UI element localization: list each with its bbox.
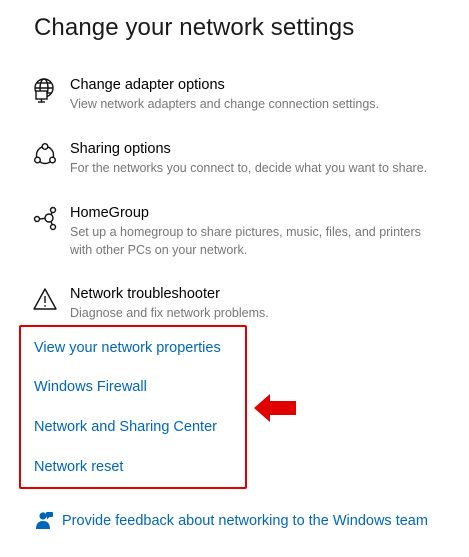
feedback-label: Provide feedback about networking to the…: [62, 513, 428, 529]
item-name: Sharing options: [70, 141, 171, 157]
network-sharing-center-link[interactable]: Network and Sharing Center: [34, 417, 217, 437]
red-arrow-icon: [252, 392, 298, 429]
network-troubleshooter-item[interactable]: Network troubleshooter Diagnose and fix …: [32, 284, 452, 322]
item-description-line2: with other PCs on your network.: [70, 243, 248, 257]
feedback-link[interactable]: Provide feedback about networking to the…: [34, 511, 428, 531]
feedback-icon: [34, 511, 54, 531]
warning-icon: [32, 286, 60, 314]
sharing-icon: [32, 141, 60, 169]
homegroup-item[interactable]: HomeGroup Set up a homegroup to share pi…: [32, 203, 452, 259]
item-description: View network adapters and change connect…: [70, 97, 379, 111]
item-name: Network troubleshooter: [70, 286, 220, 302]
change-adapter-options-item[interactable]: Change adapter options View network adap…: [32, 75, 452, 113]
adapter-icon: [32, 77, 60, 105]
item-description: For the networks you connect to, decide …: [70, 161, 428, 175]
homegroup-icon: [32, 205, 60, 233]
windows-firewall-link[interactable]: Windows Firewall: [34, 377, 147, 397]
network-reset-link[interactable]: Network reset: [34, 457, 123, 477]
item-description: Diagnose and fix network problems.: [70, 306, 269, 320]
sharing-options-item[interactable]: Sharing options For the networks you con…: [32, 139, 452, 177]
item-description: Set up a homegroup to share pictures, mu…: [70, 225, 421, 239]
item-name: Change adapter options: [70, 77, 225, 93]
page-title: Change your network settings: [34, 14, 355, 41]
item-name: HomeGroup: [70, 205, 149, 221]
view-network-properties-link[interactable]: View your network properties: [34, 338, 221, 358]
